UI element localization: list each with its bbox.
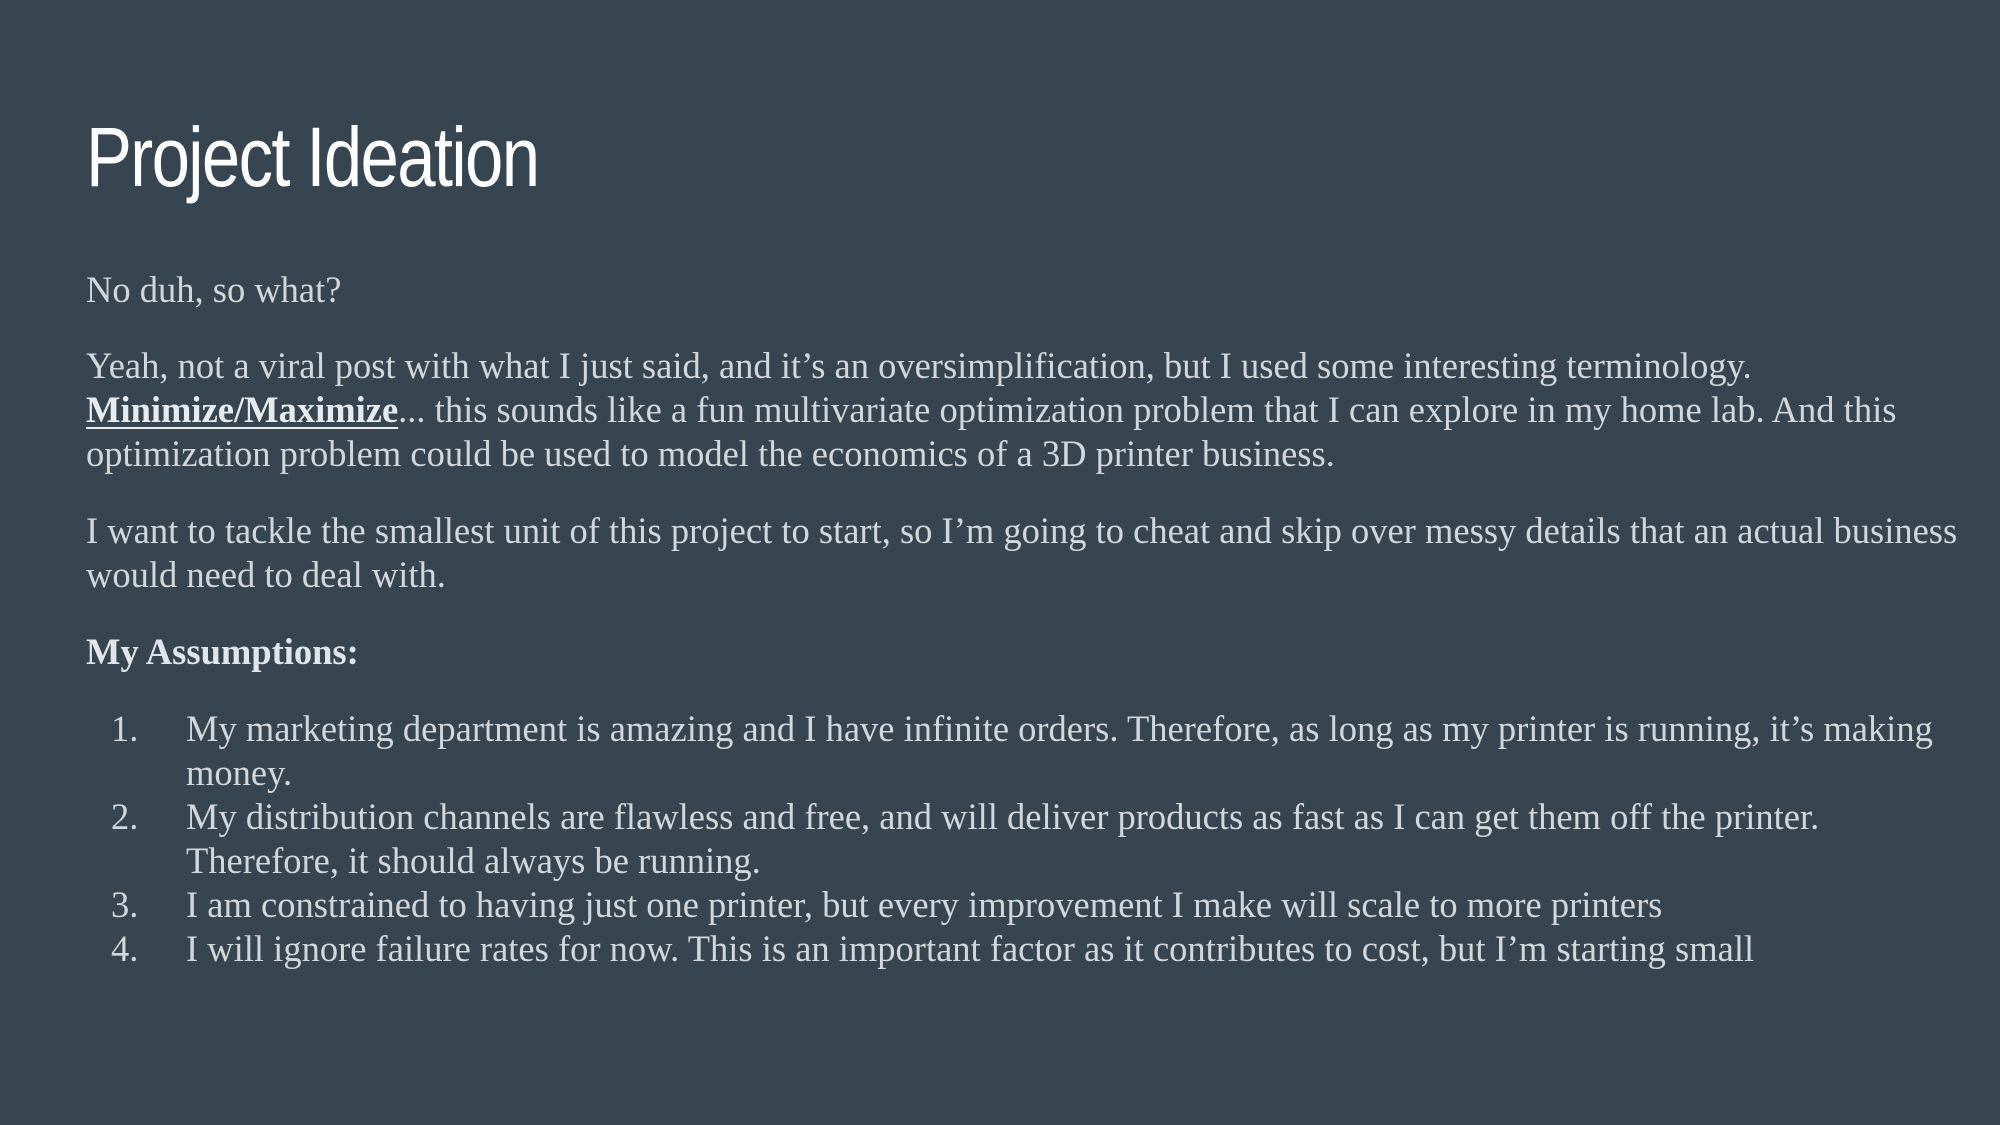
assumption-text: I am constrained to having just one prin… (186, 884, 1663, 925)
assumptions-heading: My Assumptions: (86, 631, 359, 672)
assumption-item: 1. My marketing department is amazing an… (86, 707, 1966, 795)
assumption-number: 1. (111, 708, 139, 749)
assumption-number: 2. (111, 796, 139, 837)
paragraph-scope: I want to tackle the smallest unit of th… (86, 510, 1958, 595)
assumption-text: My marketing department is amazing and I… (186, 708, 1933, 793)
slide-title: Project Ideation (86, 110, 540, 204)
minimize-maximize-highlight: Minimize/Maximize (86, 389, 399, 430)
assumption-text: My distribution channels are flawless an… (186, 796, 1820, 881)
assumptions-list: 1. My marketing department is amazing an… (86, 707, 1966, 971)
paragraph-terminology: Yeah, not a viral post with what I just … (86, 344, 1966, 476)
assumption-text: I will ignore failure rates for now. Thi… (186, 928, 1755, 969)
assumption-item: 4. I will ignore failure rates for now. … (86, 927, 1966, 971)
slide-body: No duh, so what? Yeah, not a viral post … (86, 268, 1966, 971)
slide: Project Ideation No duh, so what? Yeah, … (0, 0, 2000, 1125)
assumption-item: 2. My distribution channels are flawless… (86, 795, 1966, 883)
assumption-number: 4. (111, 928, 139, 969)
paragraph-terminology-text-1: Yeah, not a viral post with what I just … (86, 345, 1752, 386)
intro-paragraph: No duh, so what? (86, 269, 342, 310)
assumption-number: 3. (111, 884, 139, 925)
assumption-item: 3. I am constrained to having just one p… (86, 883, 1966, 927)
